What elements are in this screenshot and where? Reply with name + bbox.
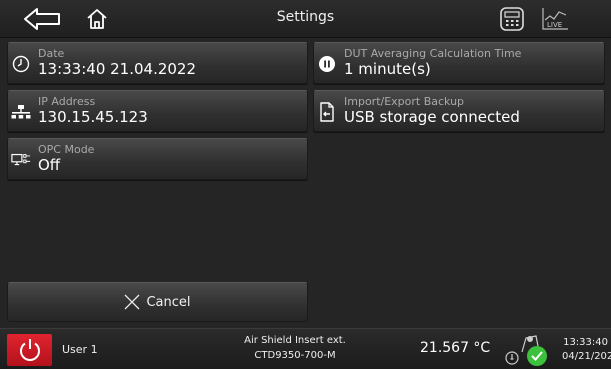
ip-address-label: IP Address: [38, 95, 96, 108]
dut-averaging-value: 1 minute(s): [344, 60, 431, 78]
calculator-icon: [500, 7, 524, 31]
device-name: Air Shield Insert ext.: [244, 335, 346, 346]
network-icon: [11, 102, 31, 122]
import-export-icon: [317, 102, 337, 122]
device-model: CTD9350-700-M: [254, 350, 336, 361]
opc-mode-value: Off: [38, 156, 61, 174]
live-label: LIVE: [547, 21, 562, 29]
close-icon: [125, 294, 140, 310]
current-user[interactable]: User 1: [62, 343, 98, 356]
backup-value: USB storage connected: [344, 108, 520, 126]
clock-date: 04/21/2022: [562, 351, 611, 362]
backup-label: Import/Export Backup: [344, 95, 465, 108]
clock-icon: [11, 54, 31, 74]
probe-status-icon[interactable]: [504, 332, 554, 368]
header-bar: Settings LIVE: [0, 0, 611, 38]
date-setting-button[interactable]: Date 13:33:40 21.04.2022: [7, 42, 308, 84]
cancel-label: Cancel: [146, 294, 191, 310]
clock-display: 13:33:40 04/21/2022: [562, 336, 611, 364]
dut-averaging-label: DUT Averaging Calculation Time: [344, 47, 522, 60]
ip-address-setting-button[interactable]: IP Address 130.15.45.123: [7, 90, 308, 132]
temperature-readout: 21.567 °C: [420, 340, 491, 356]
cancel-button[interactable]: Cancel: [7, 282, 308, 322]
import-export-backup-button[interactable]: Import/Export Backup USB storage connect…: [313, 90, 605, 132]
status-bar: User 1 Air Shield Insert ext. CTD9350-70…: [0, 328, 611, 369]
opc-icon: [11, 150, 31, 170]
clock-time: 13:33:40: [563, 337, 608, 348]
date-value: 13:33:40 21.04.2022: [38, 60, 197, 78]
live-chart-button[interactable]: LIVE: [539, 4, 571, 34]
power-icon: [19, 339, 40, 361]
pause-icon: [317, 54, 337, 74]
power-button[interactable]: [7, 334, 52, 366]
opc-mode-label: OPC Mode: [38, 143, 95, 156]
opc-mode-setting-button[interactable]: OPC Mode Off: [7, 138, 308, 180]
date-label: Date: [38, 47, 65, 60]
ip-address-value: 130.15.45.123: [38, 108, 148, 126]
live-chart-icon: LIVE: [542, 8, 568, 30]
device-info: Air Shield Insert ext. CTD9350-700-M: [230, 333, 360, 363]
settings-panel: Date 13:33:40 21.04.2022 IP Address 130.…: [0, 38, 611, 328]
calculator-button[interactable]: [498, 4, 526, 34]
dut-averaging-setting-button[interactable]: DUT Averaging Calculation Time 1 minute(…: [313, 42, 605, 84]
